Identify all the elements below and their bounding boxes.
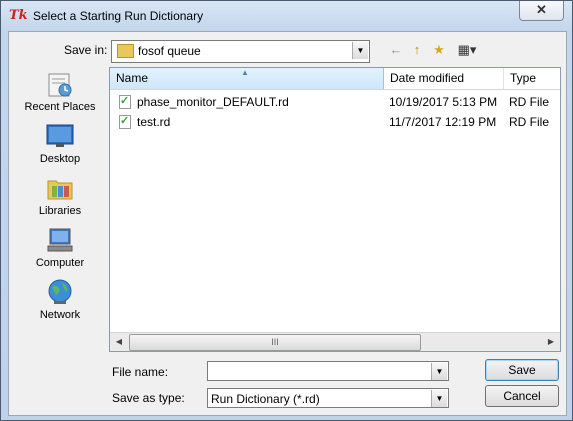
save-dialog-window: Tk Select a Starting Run Dictionary ✕ Sa… bbox=[0, 0, 573, 421]
views-menu-icon[interactable]: ▦▾ bbox=[453, 41, 481, 59]
libraries-icon bbox=[47, 180, 73, 200]
chevron-down-icon[interactable]: ▼ bbox=[352, 42, 368, 59]
computer-icon bbox=[47, 228, 73, 252]
window-title: Select a Starting Run Dictionary bbox=[33, 9, 204, 23]
save-as-type-dropdown[interactable]: Run Dictionary (*.rd) ▼ bbox=[207, 388, 449, 408]
column-header: ▲ Name Date modified Type bbox=[110, 68, 560, 90]
file-list-view[interactable]: ▲ Name Date modified Type phase_monitor_… bbox=[109, 67, 561, 352]
save-as-type-label: Save as type: bbox=[112, 391, 185, 405]
dialog-client-area: Save in: fosof queue ▼ ← ↑ ★ ▦▾ Recent P… bbox=[8, 31, 567, 416]
place-label: Libraries bbox=[38, 205, 82, 217]
place-label: Computer bbox=[35, 257, 85, 269]
save-as-type-value: Run Dictionary (*.rd) bbox=[211, 392, 320, 406]
tk-icon: Tk bbox=[9, 8, 28, 23]
file-date: 10/19/2017 5:13 PM bbox=[389, 95, 498, 109]
column-header-date-modified[interactable]: Date modified bbox=[384, 68, 504, 89]
file-row[interactable]: phase_monitor_DEFAULT.rd 10/19/2017 5:13… bbox=[110, 92, 560, 112]
save-button[interactable]: Save bbox=[485, 359, 559, 381]
new-folder-icon[interactable]: ★ bbox=[429, 41, 449, 59]
close-button[interactable]: ✕ bbox=[519, 1, 564, 21]
place-recent-places[interactable]: Recent Places bbox=[18, 68, 102, 118]
folder-icon bbox=[117, 44, 134, 58]
scroll-left-icon[interactable]: ◀ bbox=[112, 335, 126, 349]
place-computer[interactable]: Computer bbox=[18, 224, 102, 274]
file-date: 11/7/2017 12:19 PM bbox=[389, 115, 497, 129]
scroll-right-icon[interactable]: ▶ bbox=[544, 335, 558, 349]
back-icon[interactable]: ← bbox=[386, 41, 406, 59]
place-desktop[interactable]: Desktop bbox=[18, 120, 102, 170]
cancel-button[interactable]: Cancel bbox=[485, 385, 559, 407]
rd-file-icon bbox=[119, 94, 131, 109]
title-bar[interactable]: Tk Select a Starting Run Dictionary ✕ bbox=[1, 1, 572, 31]
column-header-type[interactable]: Type bbox=[504, 68, 560, 89]
file-type: RD File bbox=[509, 95, 550, 109]
chevron-down-icon[interactable]: ▼ bbox=[431, 390, 447, 407]
places-bar: Recent Places Desktop Libraries Computer… bbox=[18, 68, 102, 338]
file-type: RD File bbox=[509, 115, 550, 129]
file-name: phase_monitor_DEFAULT.rd bbox=[137, 95, 289, 109]
place-network[interactable]: Network bbox=[18, 276, 102, 326]
network-icon bbox=[48, 279, 72, 304]
column-header-name[interactable]: ▲ Name bbox=[110, 68, 384, 89]
sort-ascending-icon: ▲ bbox=[241, 68, 249, 77]
scrollbar-thumb[interactable]: III bbox=[129, 334, 421, 351]
place-label: Network bbox=[39, 309, 81, 321]
file-row[interactable]: test.rd 11/7/2017 12:19 PM RD File bbox=[110, 112, 560, 132]
rd-file-icon bbox=[119, 114, 131, 129]
file-name-input[interactable]: ▼ bbox=[207, 361, 449, 381]
place-libraries[interactable]: Libraries bbox=[18, 172, 102, 222]
place-label: Recent Places bbox=[24, 101, 96, 113]
desktop-icon bbox=[46, 124, 74, 147]
chevron-down-icon[interactable]: ▼ bbox=[431, 363, 447, 380]
recent-places-icon bbox=[48, 73, 72, 97]
horizontal-scrollbar[interactable]: ◀ III ▶ bbox=[110, 332, 560, 351]
up-folder-icon[interactable]: ↑ bbox=[407, 41, 427, 59]
save-in-dropdown[interactable]: fosof queue ▼ bbox=[111, 40, 370, 63]
file-name-label: File name: bbox=[112, 365, 169, 379]
place-label: Desktop bbox=[39, 153, 81, 165]
save-in-value: fosof queue bbox=[138, 44, 201, 58]
save-in-label: Save in: bbox=[64, 43, 108, 57]
file-name: test.rd bbox=[137, 115, 171, 129]
